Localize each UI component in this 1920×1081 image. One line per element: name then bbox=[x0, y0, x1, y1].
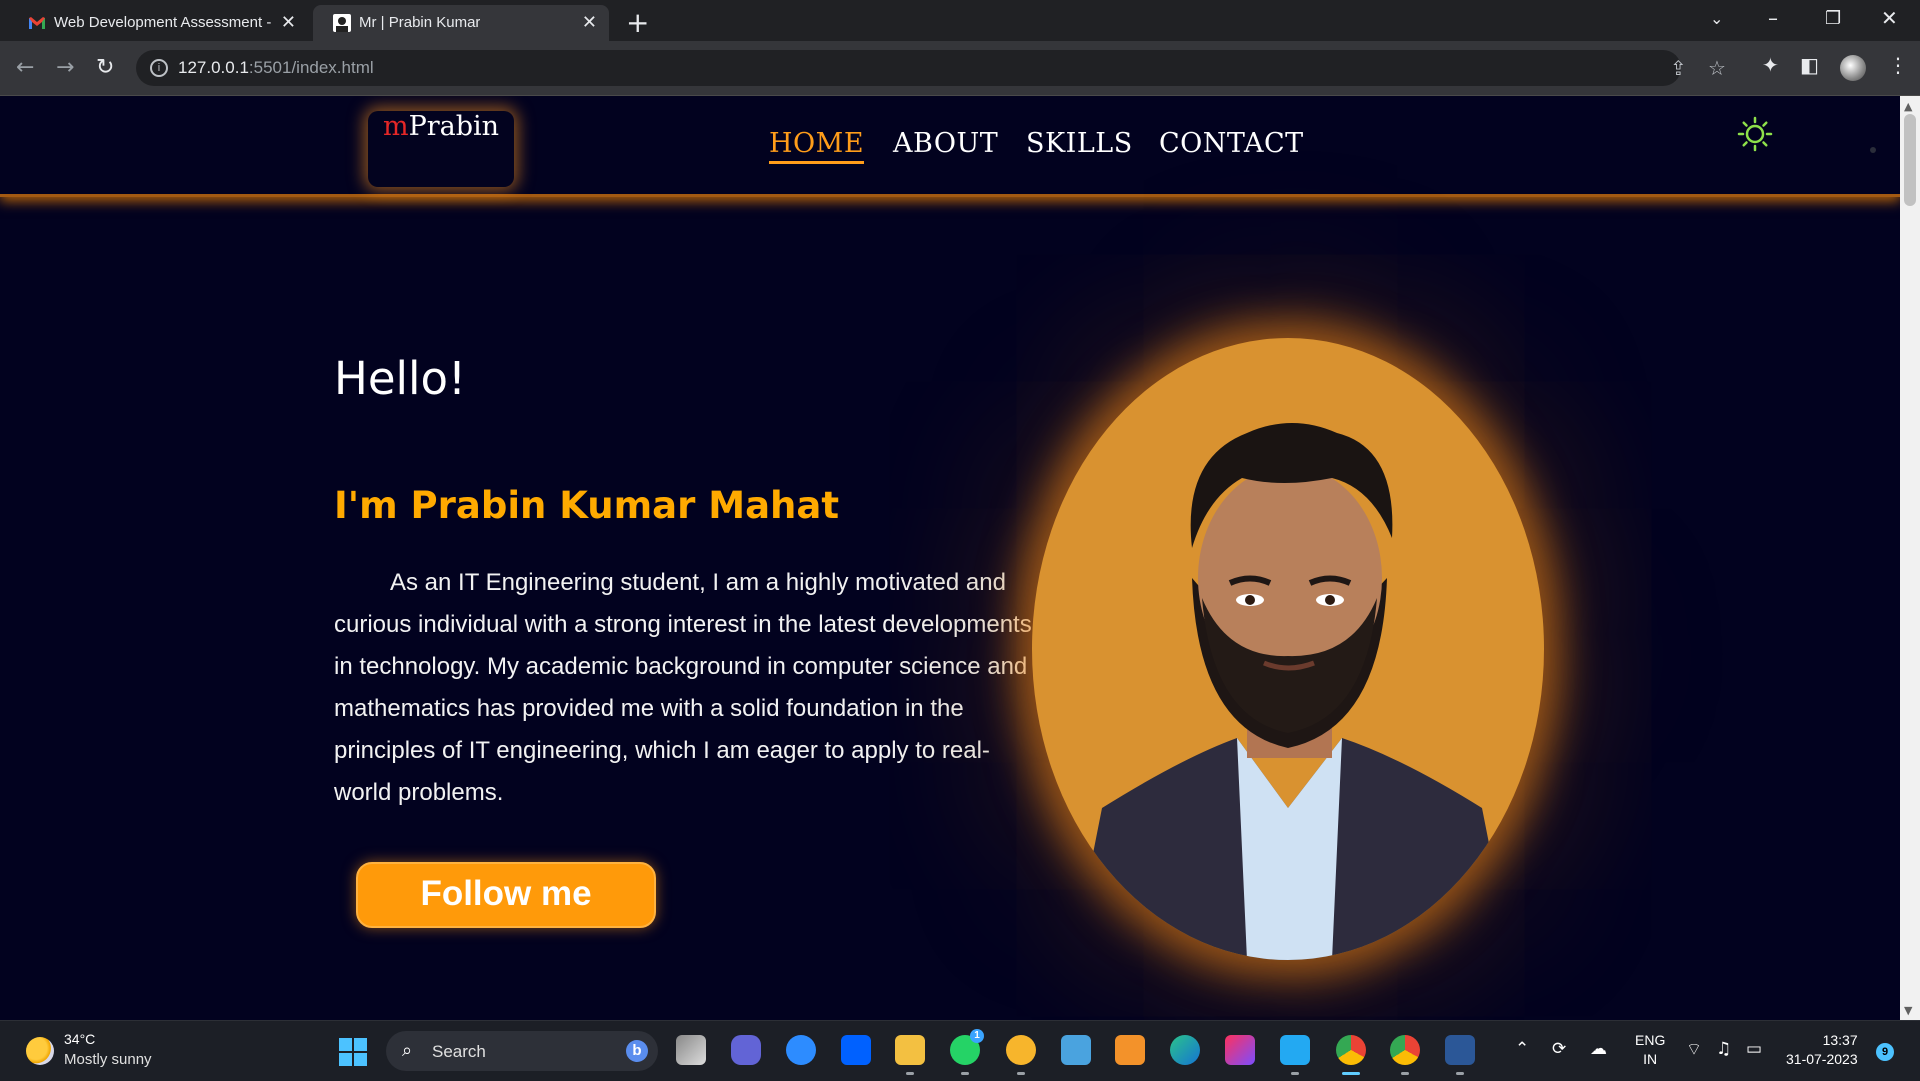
menu-kebab-icon[interactable]: ⋮ bbox=[1888, 53, 1908, 77]
extensions-icon[interactable]: ✦ bbox=[1762, 53, 1779, 77]
taskbar-search[interactable]: ⌕ Search b bbox=[386, 1031, 658, 1071]
page-scrollbar[interactable] bbox=[1900, 96, 1920, 1020]
dropbox-icon[interactable] bbox=[841, 1035, 871, 1065]
follow-me-button[interactable]: Follow me bbox=[356, 862, 656, 928]
whatsapp-badge: 1 bbox=[970, 1029, 984, 1043]
running-indicator bbox=[1456, 1072, 1464, 1075]
minimize-icon[interactable]: – bbox=[1768, 6, 1778, 30]
running-indicator bbox=[1401, 1072, 1409, 1075]
indicator-dot bbox=[1870, 147, 1876, 153]
nav-about[interactable]: ABOUT bbox=[893, 128, 998, 159]
close-window-icon[interactable]: ✕ bbox=[1881, 6, 1898, 30]
volume-icon[interactable]: ♫ bbox=[1716, 1039, 1731, 1059]
back-icon[interactable]: ← bbox=[16, 55, 34, 80]
hero-bio: As an IT Engineering student, I am a hig… bbox=[334, 569, 1032, 806]
search-icon: ⌕ bbox=[402, 1040, 413, 1061]
sun-icon[interactable] bbox=[1737, 116, 1773, 152]
scrollbar-thumb[interactable] bbox=[1904, 114, 1916, 206]
forward-icon[interactable]: → bbox=[56, 55, 74, 80]
nav-contact[interactable]: CONTACT bbox=[1159, 128, 1304, 159]
notepad-icon[interactable] bbox=[1061, 1035, 1091, 1065]
vscode-icon[interactable] bbox=[1280, 1035, 1310, 1065]
close-tab-icon[interactable]: ✕ bbox=[281, 12, 296, 33]
chrome-icon[interactable] bbox=[1336, 1035, 1366, 1065]
site-header: mPrabin HOME ABOUT SKILLS CONTACT bbox=[0, 96, 1900, 197]
chrome-profile-icon[interactable] bbox=[1390, 1035, 1420, 1065]
weather-description[interactable]: Mostly sunny bbox=[64, 1051, 152, 1068]
tab-title: Web Development Assessment - bbox=[54, 14, 272, 31]
search-label: Search bbox=[432, 1042, 486, 1061]
browser-tab-strip: Web Development Assessment - ✕ Mr | Prab… bbox=[0, 0, 1920, 41]
task-view-icon[interactable] bbox=[676, 1035, 706, 1065]
gmail-icon bbox=[29, 17, 45, 29]
restore-icon[interactable]: ❐ bbox=[1825, 8, 1841, 29]
nav-home[interactable]: HOME bbox=[769, 128, 865, 164]
onedrive-cloud-icon[interactable]: ☁ bbox=[1590, 1039, 1607, 1059]
intellij-icon[interactable] bbox=[1225, 1035, 1255, 1065]
share-icon[interactable]: ⇪ bbox=[1670, 56, 1687, 80]
tab-web-development-assessment[interactable]: Web Development Assessment - ✕ bbox=[8, 5, 308, 41]
language-indicator[interactable]: ENG IN bbox=[1635, 1031, 1665, 1069]
sync-icon[interactable]: ⟳ bbox=[1552, 1039, 1566, 1059]
notification-count-badge[interactable]: 9 bbox=[1876, 1043, 1894, 1061]
battery-icon[interactable]: ▭ bbox=[1746, 1039, 1762, 1059]
teams-icon[interactable] bbox=[731, 1035, 761, 1065]
webpage: mPrabin HOME ABOUT SKILLS CONTACT Hello!… bbox=[0, 96, 1900, 1020]
running-indicator bbox=[1017, 1072, 1025, 1075]
windows-taskbar: 34°C Mostly sunny ⌕ Search b 1 ⌃ ⟳ ☁ ENG… bbox=[0, 1020, 1920, 1081]
weather-temperature[interactable]: 34°C bbox=[64, 1031, 95, 1047]
url-text: 127.0.0.1:5501/index.html bbox=[178, 58, 374, 77]
reload-icon[interactable]: ↻ bbox=[96, 55, 114, 80]
new-tab-icon[interactable]: + bbox=[626, 6, 649, 39]
tab-prabin-kumar[interactable]: Mr | Prabin Kumar ✕ bbox=[313, 5, 609, 41]
active-indicator bbox=[1342, 1072, 1360, 1075]
wifi-icon[interactable]: ⌔ bbox=[1686, 1039, 1702, 1060]
close-tab-icon[interactable]: ✕ bbox=[582, 12, 597, 33]
running-indicator bbox=[961, 1072, 969, 1075]
bing-icon[interactable]: b bbox=[626, 1040, 648, 1062]
edge-icon[interactable] bbox=[1170, 1035, 1200, 1065]
tab-title: Mr | Prabin Kumar bbox=[359, 14, 481, 31]
hero-name: I'm Prabin Kumar Mahat bbox=[334, 484, 840, 527]
nav-skills[interactable]: SKILLS bbox=[1026, 128, 1133, 159]
person-silhouette bbox=[1072, 423, 1512, 960]
sublime-icon[interactable] bbox=[1115, 1035, 1145, 1065]
hero-greeting: Hello! bbox=[334, 352, 467, 405]
tab-search-chevron-icon[interactable]: ⌄ bbox=[1710, 9, 1723, 28]
zoom-icon[interactable] bbox=[786, 1035, 816, 1065]
weather-sunny-icon[interactable] bbox=[26, 1037, 54, 1065]
maps-icon[interactable] bbox=[1006, 1035, 1036, 1065]
windows-start-icon[interactable] bbox=[339, 1038, 369, 1068]
site-logo[interactable]: mPrabin bbox=[368, 111, 514, 187]
system-clock[interactable]: 13:37 31-07-2023 bbox=[1786, 1031, 1858, 1069]
address-bar[interactable]: i 127.0.0.1:5501/index.html ⇪ ☆ bbox=[136, 50, 1726, 86]
bookmark-star-icon[interactable]: ☆ bbox=[1708, 56, 1726, 80]
side-panel-icon[interactable]: ◧ bbox=[1800, 53, 1819, 77]
scroll-up-icon[interactable]: ▲ bbox=[1904, 100, 1912, 113]
running-indicator bbox=[906, 1072, 914, 1075]
running-indicator bbox=[1291, 1072, 1299, 1075]
portrait-icon bbox=[333, 14, 351, 32]
scroll-down-icon[interactable]: ▼ bbox=[1904, 1004, 1912, 1017]
word-icon[interactable] bbox=[1445, 1035, 1475, 1065]
browser-toolbar: ← → ↻ i 127.0.0.1:5501/index.html ⇪ ☆ ✦ … bbox=[0, 41, 1920, 96]
show-hidden-icons-icon[interactable]: ⌃ bbox=[1515, 1039, 1529, 1059]
site-info-icon[interactable]: i bbox=[150, 59, 168, 77]
file-explorer-icon[interactable] bbox=[895, 1035, 925, 1065]
profile-avatar[interactable] bbox=[1840, 55, 1866, 81]
profile-photo bbox=[1032, 338, 1544, 960]
